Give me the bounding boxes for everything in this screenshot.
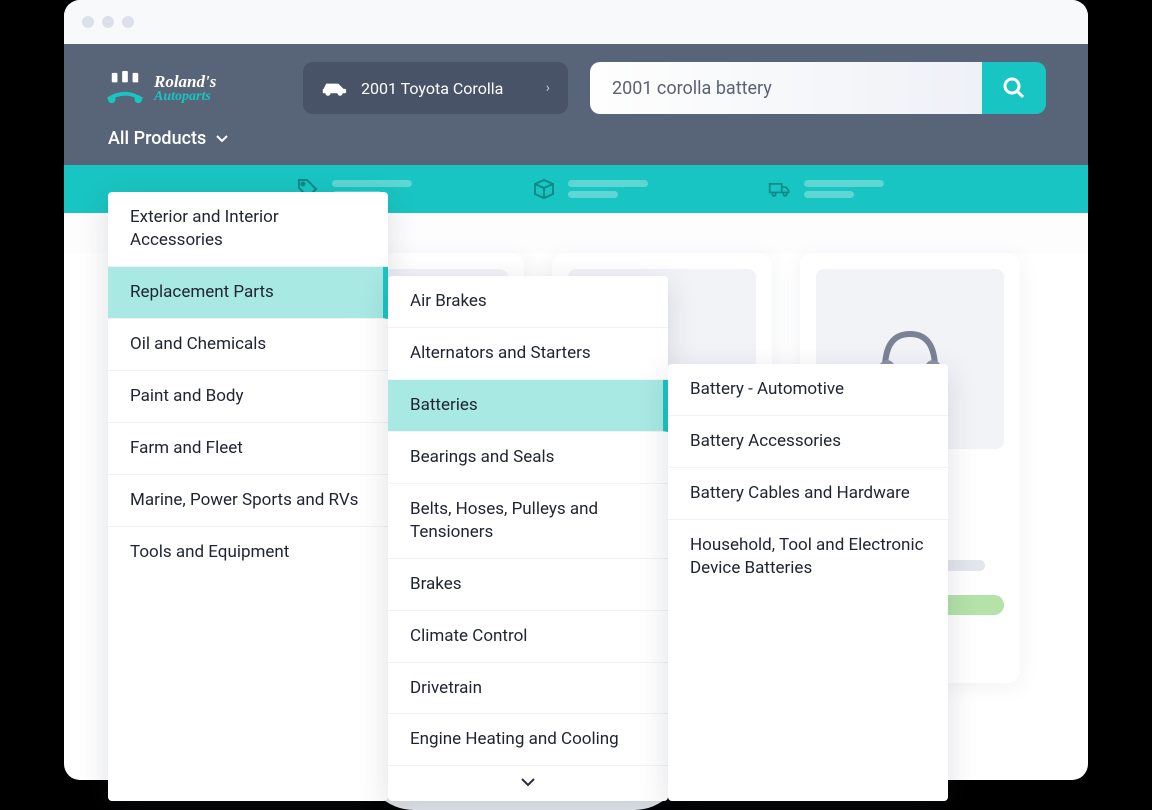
window-dot bbox=[82, 16, 94, 28]
menu-item[interactable]: Replacement Parts bbox=[108, 267, 388, 319]
search-bar bbox=[590, 62, 1046, 114]
logo-text: Roland's Autoparts bbox=[154, 73, 216, 104]
menu-level-1: Exterior and Interior AccessoriesReplace… bbox=[108, 192, 388, 801]
titlebar bbox=[64, 0, 1088, 44]
chevron-right-icon: › bbox=[546, 80, 550, 96]
menu-item[interactable]: Oil and Chemicals bbox=[108, 319, 388, 371]
menu-item[interactable]: Marine, Power Sports and RVs bbox=[108, 475, 388, 527]
wrench-piston-icon bbox=[106, 71, 144, 105]
logo-line2: Autoparts bbox=[154, 90, 216, 104]
menu-item[interactable]: Battery - Automotive bbox=[668, 364, 948, 416]
menu-item[interactable]: Alternators and Starters bbox=[388, 328, 668, 380]
menu-item[interactable]: Climate Control bbox=[388, 611, 668, 663]
search-icon bbox=[1002, 76, 1026, 100]
menu-item[interactable]: Tools and Equipment bbox=[108, 527, 388, 578]
logo-line1: Roland's bbox=[154, 73, 216, 90]
header-top-row: Roland's Autoparts 2001 Toyota Corolla › bbox=[106, 62, 1046, 114]
search-input[interactable] bbox=[590, 62, 982, 114]
window-dot bbox=[102, 16, 114, 28]
menu-item[interactable]: Battery Accessories bbox=[668, 416, 948, 468]
car-icon bbox=[321, 80, 347, 96]
search-button[interactable] bbox=[982, 62, 1046, 114]
all-products-label: All Products bbox=[108, 128, 206, 149]
nav-row: All Products bbox=[106, 114, 1046, 165]
menu-item[interactable]: Paint and Body bbox=[108, 371, 388, 423]
menu-item[interactable]: Batteries bbox=[388, 380, 668, 432]
vehicle-selector[interactable]: 2001 Toyota Corolla › bbox=[303, 62, 568, 114]
menu-item[interactable]: Air Brakes bbox=[388, 276, 668, 328]
menu-item[interactable]: Belts, Hoses, Pulleys and Tensioners bbox=[388, 484, 668, 559]
menu-item[interactable]: Exterior and Interior Accessories bbox=[108, 192, 388, 267]
menu-item[interactable]: Drivetrain bbox=[388, 663, 668, 715]
vehicle-label: 2001 Toyota Corolla bbox=[361, 79, 503, 98]
menu-item[interactable]: Battery Cables and Hardware bbox=[668, 468, 948, 520]
menu-item[interactable]: Brakes bbox=[388, 559, 668, 611]
window-dot bbox=[122, 16, 134, 28]
browser-window: Roland's Autoparts 2001 Toyota Corolla › bbox=[64, 0, 1088, 780]
chevron-down-icon bbox=[216, 135, 228, 143]
menu-level-2: Air BrakesAlternators and StartersBatter… bbox=[388, 276, 668, 801]
menu-item[interactable]: Household, Tool and Electronic Device Ba… bbox=[668, 520, 948, 594]
category-mega-menu: Exterior and Interior AccessoriesReplace… bbox=[108, 192, 948, 801]
logo[interactable]: Roland's Autoparts bbox=[106, 71, 281, 105]
site-header: Roland's Autoparts 2001 Toyota Corolla › bbox=[64, 44, 1088, 165]
menu-level-3: Battery - AutomotiveBattery AccessoriesB… bbox=[668, 364, 948, 801]
all-products-dropdown[interactable]: All Products bbox=[108, 128, 228, 149]
chevron-down-icon[interactable] bbox=[388, 766, 668, 801]
menu-item[interactable]: Bearings and Seals bbox=[388, 432, 668, 484]
menu-item[interactable]: Engine Heating and Cooling bbox=[388, 714, 668, 766]
menu-item[interactable]: Farm and Fleet bbox=[108, 423, 388, 475]
